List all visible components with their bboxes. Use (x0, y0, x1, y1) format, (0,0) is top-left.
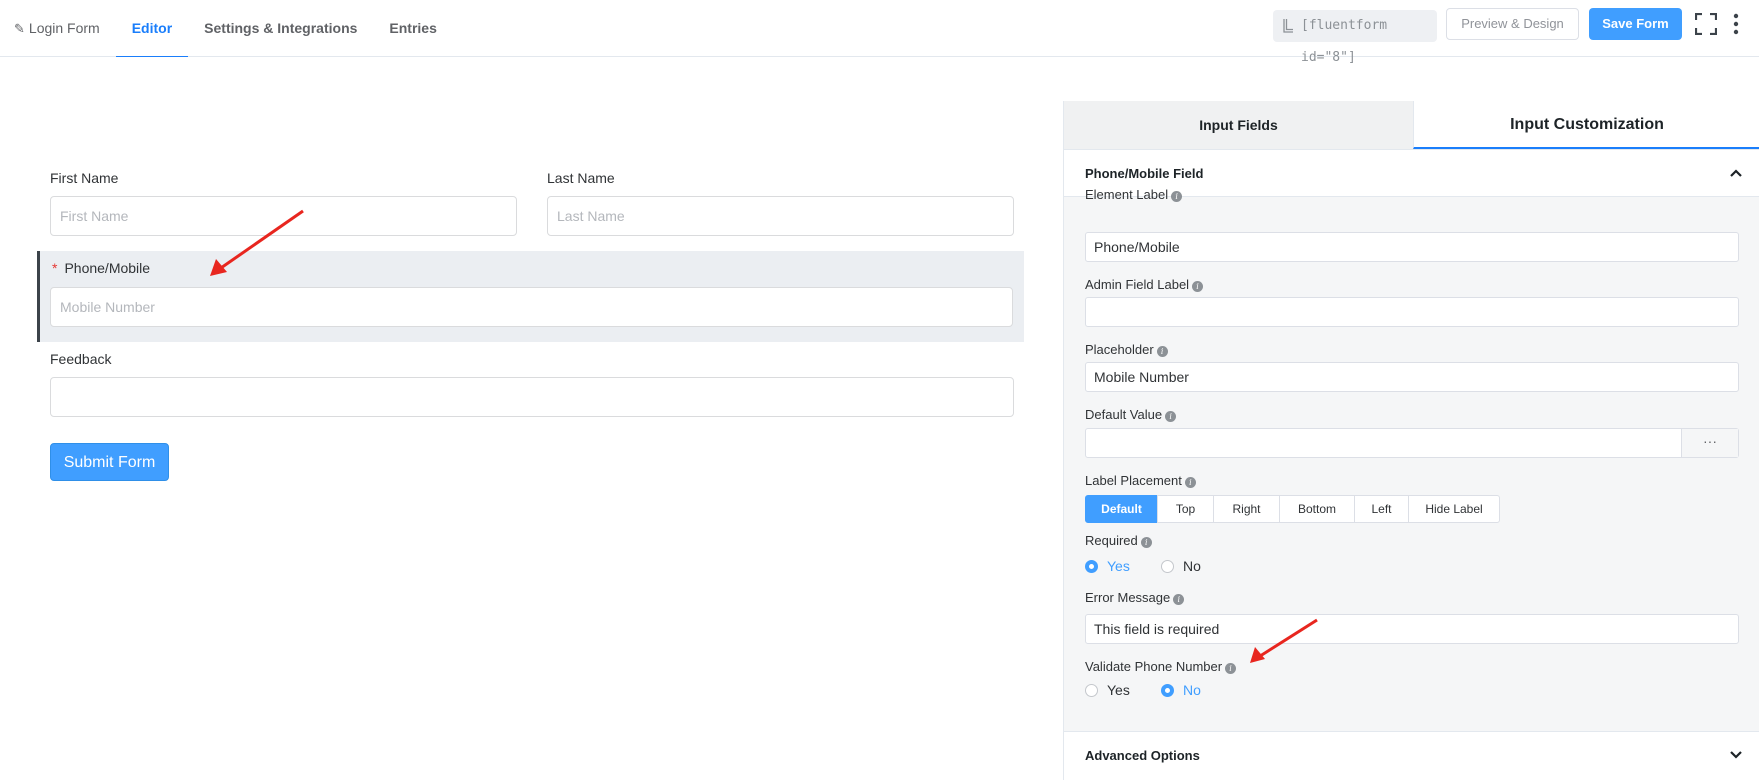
pencil-icon: ✎ (14, 21, 25, 36)
label-placement-group: Default Top Right Bottom Left Hide Label (1085, 495, 1500, 523)
placement-left-button[interactable]: Left (1354, 495, 1409, 523)
shortcode-copy[interactable]: [fluentform id="8"] (1273, 10, 1437, 65)
default-value-input[interactable]: ··· (1085, 428, 1739, 458)
element-label-text: Element Label (1085, 187, 1169, 202)
info-icon: i (1140, 537, 1152, 548)
info-icon: i (1173, 594, 1185, 605)
more-options-icon[interactable] (1730, 12, 1742, 36)
tab-entries-label: Entries (389, 20, 437, 36)
admin-label-caption: Admin Field Label i (1085, 277, 1204, 292)
radio-checked-icon (1161, 684, 1174, 697)
submit-form-button[interactable]: Submit Form (50, 443, 169, 481)
save-form-button[interactable]: Save Form (1589, 8, 1682, 40)
required-no-label: No (1183, 558, 1201, 574)
copy-icon (1283, 19, 1293, 33)
last-name-label: Last Name (547, 170, 615, 186)
placeholder-caption: Placeholder i (1085, 342, 1168, 357)
first-name-input[interactable]: First Name (50, 196, 517, 236)
advanced-options-header[interactable]: Advanced Options (1064, 731, 1759, 780)
tab-editor[interactable]: Editor (115, 0, 189, 58)
dynamic-value-button[interactable]: ··· (1681, 429, 1738, 457)
required-yes-label: Yes (1107, 558, 1130, 574)
admin-label-input[interactable] (1085, 297, 1739, 327)
placement-top-button[interactable]: Top (1157, 495, 1214, 523)
required-yes-radio[interactable]: Yes (1085, 557, 1130, 575)
error-message-input[interactable]: This field is required (1085, 614, 1739, 644)
form-canvas: First Name First Name Last Name Last Nam… (0, 57, 1063, 780)
tab-editor-label: Editor (131, 20, 173, 36)
element-label-caption: Element Label i (1085, 187, 1183, 202)
fullscreen-icon[interactable] (1695, 13, 1717, 35)
phone-input[interactable]: Mobile Number (50, 287, 1013, 327)
phone-label-text: Phone/Mobile (64, 260, 151, 276)
info-icon: i (1192, 281, 1204, 292)
chevron-up-icon (1730, 169, 1742, 177)
validate-yes-radio[interactable]: Yes (1085, 681, 1130, 699)
shortcode-text: [fluentform id="8"] (1301, 18, 1388, 65)
validate-phone-caption: Validate Phone Number i (1085, 659, 1237, 674)
default-value-text: Default Value (1085, 407, 1163, 422)
error-message-text: Error Message (1085, 590, 1171, 605)
placeholder-input[interactable]: Mobile Number (1085, 362, 1739, 392)
top-bar: ✎ Login Form Editor Settings & Integratio… (0, 0, 1759, 65)
tab-input-fields[interactable]: Input Fields (1064, 101, 1413, 149)
required-no-radio[interactable]: No (1161, 557, 1201, 575)
validate-no-radio[interactable]: No (1161, 681, 1201, 699)
settings-panel: Input Fields Input Customization Phone/M… (1063, 101, 1759, 780)
tab-settings-label: Settings & Integrations (204, 20, 358, 36)
panel-tabs: Input Fields Input Customization (1064, 101, 1759, 149)
validate-yes-label: Yes (1107, 682, 1130, 698)
error-message-caption: Error Message i (1085, 590, 1185, 605)
placement-default-button[interactable]: Default (1085, 495, 1158, 523)
info-icon: i (1165, 411, 1177, 422)
required-text: Required (1085, 533, 1138, 548)
info-icon: i (1171, 191, 1183, 202)
default-value-caption: Default Value i (1085, 407, 1177, 422)
section-title: Phone/Mobile Field (1085, 166, 1204, 181)
advanced-options-title: Advanced Options (1085, 748, 1200, 763)
first-name-label: First Name (50, 170, 119, 186)
feedback-label: Feedback (50, 351, 112, 367)
info-icon: i (1184, 477, 1196, 488)
element-label-input[interactable]: Phone/Mobile (1085, 232, 1739, 262)
validate-phone-text: Validate Phone Number (1085, 659, 1223, 674)
radio-unchecked-icon (1085, 684, 1098, 697)
preview-design-button[interactable]: Preview & Design (1446, 8, 1579, 40)
tab-login-form[interactable]: ✎ Login Form (0, 0, 116, 57)
label-placement-caption: Label Placement i (1085, 473, 1196, 488)
placement-right-button[interactable]: Right (1213, 495, 1280, 523)
info-icon: i (1225, 663, 1237, 674)
editor-tabs: ✎ Login Form Editor Settings & Integratio… (0, 0, 453, 58)
tab-input-customization[interactable]: Input Customization (1413, 101, 1759, 149)
chevron-down-icon (1730, 751, 1742, 759)
placeholder-text: Placeholder (1085, 342, 1154, 357)
placement-hide-label-button[interactable]: Hide Label (1408, 495, 1500, 523)
validate-no-label: No (1183, 682, 1201, 698)
tab-login-form-label: Login Form (28, 20, 100, 36)
admin-label-text: Admin Field Label (1085, 277, 1190, 292)
phone-label: * Phone/Mobile (52, 260, 150, 276)
tab-settings-integrations[interactable]: Settings & Integrations (188, 0, 373, 57)
label-placement-text: Label Placement (1085, 473, 1182, 488)
last-name-input[interactable]: Last Name (547, 196, 1014, 236)
info-icon: i (1156, 346, 1168, 357)
required-star: * (52, 260, 58, 276)
tab-entries[interactable]: Entries (373, 0, 452, 57)
radio-unchecked-icon (1161, 560, 1174, 573)
feedback-input[interactable] (50, 377, 1014, 417)
required-caption: Required i (1085, 533, 1152, 548)
placement-bottom-button[interactable]: Bottom (1279, 495, 1355, 523)
radio-checked-icon (1085, 560, 1098, 573)
